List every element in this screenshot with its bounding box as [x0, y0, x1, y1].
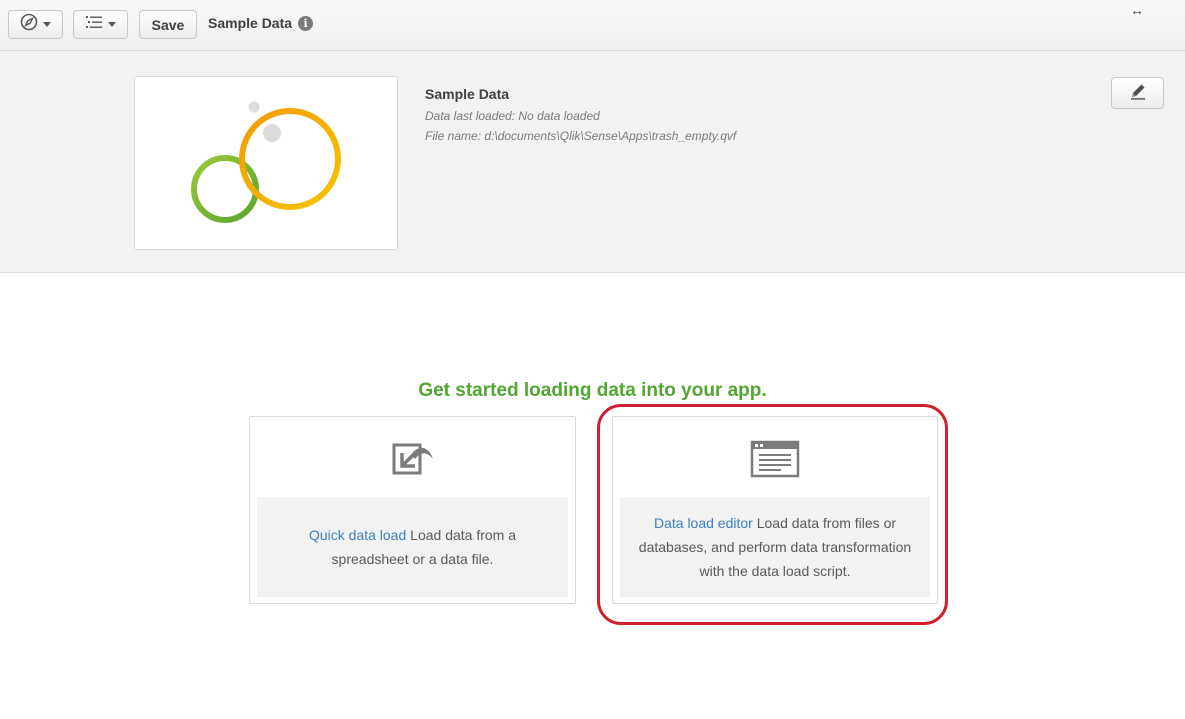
compass-icon — [20, 13, 38, 36]
quick-data-load-panel: Quick data load Load data from a spreads… — [257, 497, 568, 597]
save-button-label: Save — [151, 16, 185, 33]
pencil-icon — [1128, 81, 1148, 106]
app-title: Sample Data i — [208, 15, 314, 31]
quick-data-load-link[interactable]: Quick data load — [309, 527, 406, 543]
data-load-editor-card[interactable]: Data load editor Load data from files or… — [612, 416, 938, 604]
script-editor-icon — [750, 439, 800, 479]
toolbar: Save Sample Data i ↔ — [0, 0, 1185, 51]
quick-data-load-description: Quick data load Load data from a spreads… — [257, 523, 568, 571]
chevron-down-icon — [43, 22, 51, 27]
app-name: Sample Data — [425, 86, 510, 102]
data-load-editor-description: Data load editor Load data from files or… — [620, 511, 930, 583]
save-button[interactable]: Save — [139, 10, 197, 39]
import-icon — [389, 439, 437, 479]
get-started-headline: Get started loading data into your app. — [418, 380, 767, 401]
quick-data-load-card[interactable]: Quick data load Load data from a spreads… — [249, 416, 576, 604]
edit-app-button[interactable] — [1111, 77, 1164, 109]
list-icon — [85, 14, 103, 35]
app-overview-header: Sample Data Data last loaded: No data lo… — [0, 51, 1185, 273]
global-menu-button[interactable] — [73, 10, 128, 39]
chevron-down-icon — [108, 22, 116, 27]
resize-horizontal-icon[interactable]: ↔ — [1130, 2, 1144, 18]
data-last-loaded: Data last loaded: No data loaded — [425, 109, 600, 123]
file-name: File name: d:\documents\Qlik\Sense\Apps\… — [425, 129, 737, 143]
app-thumbnail — [134, 76, 398, 250]
data-load-editor-link[interactable]: Data load editor — [654, 515, 753, 531]
info-icon[interactable]: i — [298, 15, 314, 31]
app-title-text: Sample Data — [208, 15, 293, 31]
data-load-editor-panel: Data load editor Load data from files or… — [620, 497, 930, 597]
app-thumbnail-image — [191, 101, 341, 223]
navigation-dropdown-button[interactable] — [8, 10, 63, 39]
